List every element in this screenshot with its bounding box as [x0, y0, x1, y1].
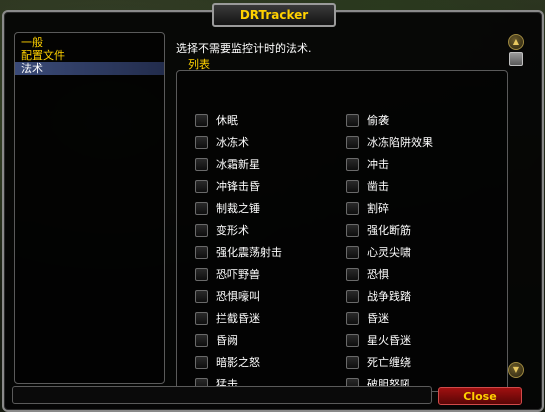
spell-label: 凿击	[367, 180, 389, 193]
spell-option[interactable]: 恐惧嚎叫	[195, 289, 345, 303]
spell-option[interactable]: 强化断筋	[346, 223, 496, 237]
sidebar-item-profiles[interactable]: 配置文件	[15, 49, 164, 62]
sidebar: 一般 配置文件 法术	[14, 32, 165, 384]
spell-checkbox[interactable]	[195, 267, 208, 281]
spell-checkbox[interactable]	[346, 223, 359, 237]
spell-label: 恐吓野兽	[216, 268, 260, 281]
spell-list-group: 休眠 偷袭冰冻术 冰冻陷阱效果冰霜新星 冲击冲锋击昏 凿击制裁之锤 割碎变形术 强化断筋强化…	[176, 70, 508, 392]
spell-checkbox[interactable]	[346, 289, 359, 303]
spell-option[interactable]: 休眠	[195, 113, 345, 127]
spell-checkbox[interactable]	[346, 157, 359, 171]
spell-label: 强化断筋	[367, 224, 411, 237]
spell-option[interactable]: 割碎	[346, 201, 496, 215]
spell-option[interactable]: 冲击	[346, 157, 496, 171]
spell-option[interactable]: 昏迷	[346, 311, 496, 325]
spell-option[interactable]: 变形术	[195, 223, 345, 237]
panel-description: 选择不需要监控计时的法术.	[176, 42, 312, 55]
spell-checkbox[interactable]	[346, 355, 359, 369]
scroll-down-button[interactable]: ▼	[508, 362, 524, 378]
spell-label: 制裁之锤	[216, 202, 260, 215]
spell-label: 暗影之怒	[216, 356, 260, 369]
spell-checkbox[interactable]	[195, 113, 208, 127]
spell-label: 心灵尖啸	[367, 246, 411, 259]
spell-checkbox[interactable]	[195, 289, 208, 303]
close-button[interactable]: Close	[438, 387, 522, 405]
spell-option[interactable]: 昏阙	[195, 333, 345, 347]
spell-option[interactable]: 星火昏迷	[346, 333, 496, 347]
spell-option[interactable]: 死亡缠绕	[346, 355, 496, 369]
spell-checkbox[interactable]	[195, 157, 208, 171]
spell-option[interactable]: 冰冻陷阱效果	[346, 135, 496, 149]
spell-checkbox[interactable]	[346, 113, 359, 127]
spell-label: 冰霜新星	[216, 158, 260, 171]
spell-label: 冲锋击昏	[216, 180, 260, 193]
spell-label: 死亡缠绕	[367, 356, 411, 369]
status-input[interactable]	[12, 386, 432, 404]
sidebar-item-general[interactable]: 一般	[15, 36, 164, 49]
spell-option[interactable]: 暗影之怒	[195, 355, 345, 369]
spell-option[interactable]: 偷袭	[346, 113, 496, 127]
spell-option[interactable]: 恐吓野兽	[195, 267, 345, 281]
spell-label: 昏迷	[367, 312, 389, 325]
main-panel: 选择不需要监控计时的法术. 列表 休眠 偷袭 冰冻术 冰冻陷阱效果 冰霜新星 冲击 冲锋击昏…	[168, 32, 508, 392]
spell-option[interactable]: 强化震荡射击	[195, 245, 345, 259]
spell-option[interactable]: 冰冻术	[195, 135, 345, 149]
spell-option[interactable]: 拦截昏迷	[195, 311, 345, 325]
spell-label: 冲击	[367, 158, 389, 171]
spell-label: 偷袭	[367, 114, 389, 127]
spell-option[interactable]: 冰霜新星	[195, 157, 345, 171]
spell-checkbox[interactable]	[346, 267, 359, 281]
spell-option[interactable]: 心灵尖啸	[346, 245, 496, 259]
spell-option[interactable]: 战争践踏	[346, 289, 496, 303]
spell-label: 冰冻陷阱效果	[367, 136, 433, 149]
spell-checkbox[interactable]	[195, 223, 208, 237]
spell-option[interactable]: 制裁之锤	[195, 201, 345, 215]
spell-checkbox[interactable]	[346, 135, 359, 149]
scroll-up-button[interactable]: ▲	[508, 34, 524, 50]
scrollbar[interactable]: ▲ ▼	[508, 34, 524, 378]
spell-checkbox[interactable]	[195, 245, 208, 259]
spell-checkbox[interactable]	[195, 179, 208, 193]
spell-checkbox[interactable]	[346, 201, 359, 215]
spell-label: 割碎	[367, 202, 389, 215]
spell-label: 昏阙	[216, 334, 238, 347]
spell-checkbox[interactable]	[195, 311, 208, 325]
spell-checkbox[interactable]	[346, 311, 359, 325]
scroll-thumb[interactable]	[509, 52, 523, 66]
spell-label: 恐惧嚎叫	[216, 290, 260, 303]
spell-checkbox[interactable]	[195, 201, 208, 215]
spell-checkbox[interactable]	[195, 355, 208, 369]
spell-label: 变形术	[216, 224, 249, 237]
sidebar-item-spells[interactable]: 法术	[15, 62, 164, 75]
spell-checkbox[interactable]	[195, 333, 208, 347]
spell-label: 强化震荡射击	[216, 246, 282, 259]
spell-label: 恐惧	[367, 268, 389, 281]
spell-label: 星火昏迷	[367, 334, 411, 347]
spell-option[interactable]: 恐惧	[346, 267, 496, 281]
spell-label: 冰冻术	[216, 136, 249, 149]
spell-label: 战争践踏	[367, 290, 411, 303]
spell-label: 拦截昏迷	[216, 312, 260, 325]
chevron-down-icon: ▼	[512, 365, 520, 374]
spell-checkbox[interactable]	[195, 135, 208, 149]
spell-label: 休眠	[216, 114, 238, 127]
spell-checkbox[interactable]	[346, 245, 359, 259]
chevron-up-icon: ▲	[512, 37, 520, 46]
spell-checkbox[interactable]	[346, 333, 359, 347]
spell-option[interactable]: 凿击	[346, 179, 496, 193]
spell-checkbox[interactable]	[346, 179, 359, 193]
window-title[interactable]: DRTracker	[212, 3, 336, 27]
spell-option[interactable]: 冲锋击昏	[195, 179, 345, 193]
